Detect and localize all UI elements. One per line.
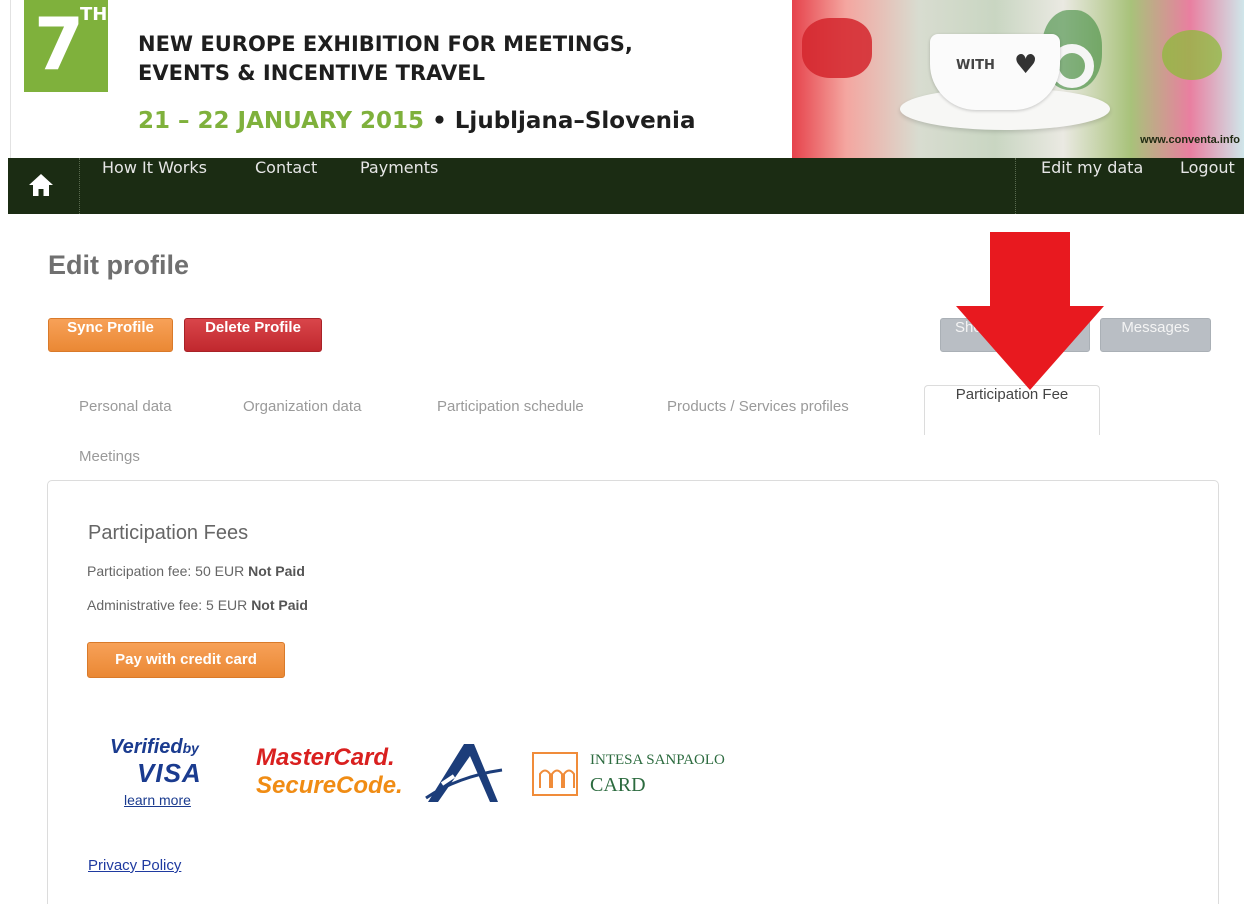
cup — [930, 34, 1060, 110]
edition-suffix: TH — [80, 4, 108, 25]
privacy-policy-link[interactable]: Privacy Policy — [88, 857, 181, 874]
messages-button[interactable]: Messages — [1100, 318, 1211, 352]
visa-by-text: by — [182, 740, 199, 756]
tab-participation-fee[interactable]: Participation Fee — [924, 385, 1100, 435]
fees-title: Participation Fees — [88, 522, 249, 544]
event-location: Ljubljana–Slovenia — [454, 108, 696, 134]
intesa-logo-line-1: INTESA SANPAOLO — [590, 752, 725, 768]
page-title: Edit profile — [48, 250, 189, 280]
conventa-url: www.conventa.info — [1140, 134, 1240, 146]
edition-number: 7 — [34, 2, 85, 86]
cup-text: WITH — [956, 58, 995, 73]
event-headline: NEW EUROPE EXHIBITION FOR MEETINGS, EVEN… — [138, 30, 698, 88]
tab-meetings[interactable]: Meetings — [79, 448, 140, 465]
participation-fee-label: Participation fee: 50 EUR — [87, 563, 245, 579]
nav-divider — [1015, 158, 1016, 214]
photo-blob — [1162, 30, 1222, 80]
delete-profile-button[interactable]: Delete Profile — [184, 318, 322, 352]
pay-with-credit-card-button[interactable]: Pay with credit card — [87, 642, 285, 678]
event-date-range: 21 – 22 JANUARY 2015 — [138, 108, 425, 134]
main-nav: How It Works Contact Payments Edit my da… — [8, 158, 1244, 214]
edition-badge: 7 TH — [24, 0, 108, 92]
home-icon — [29, 174, 53, 196]
heart-icon: ♥ — [1014, 50, 1038, 80]
nav-payments[interactable]: Payments — [360, 158, 438, 214]
participation-fee-status: Not Paid — [248, 563, 305, 579]
intesa-logo-line-2: CARD — [590, 774, 646, 796]
photo-blob — [802, 18, 872, 78]
participation-fee-line: Participation fee: 50 EUR Not Paid — [87, 563, 305, 579]
tab-organization-data[interactable]: Organization data — [243, 398, 361, 415]
nav-edit-my-data[interactable]: Edit my data — [1041, 158, 1143, 214]
event-banner: 7 TH NEW EUROPE EXHIBITION FOR MEETINGS,… — [0, 0, 1244, 158]
verified-by-visa-logo: Verifiedby — [110, 736, 199, 759]
administrative-fee-label: Administrative fee: 5 EUR — [87, 597, 248, 613]
activa-logo-icon — [425, 744, 503, 802]
date-bullet: • — [432, 108, 447, 134]
home-button[interactable] — [8, 158, 80, 214]
tab-personal-data[interactable]: Personal data — [79, 398, 172, 415]
tab-participation-schedule[interactable]: Participation schedule — [437, 398, 584, 415]
red-arrow-annotation-icon — [956, 232, 1104, 390]
sync-profile-button[interactable]: Sync Profile — [48, 318, 173, 352]
administrative-fee-status: Not Paid — [251, 597, 308, 613]
visa-learn-more-link[interactable]: learn more — [124, 792, 191, 808]
nav-how-it-works[interactable]: How It Works — [102, 158, 207, 214]
nav-contact[interactable]: Contact — [255, 158, 317, 214]
mastercard-logo-line-2: SecureCode. — [256, 772, 403, 799]
headline-line-1: NEW EUROPE EXHIBITION FOR MEETINGS, — [138, 32, 633, 56]
banner-cup-photo: WITH ♥ www.conventa.info — [792, 0, 1244, 158]
nav-logout[interactable]: Logout — [1180, 158, 1235, 214]
administrative-fee-line: Administrative fee: 5 EUR Not Paid — [87, 597, 308, 613]
tab-products-services-profiles[interactable]: Products / Services profiles — [667, 398, 849, 415]
visa-verified-text: Verified — [110, 736, 183, 758]
intesa-sanpaolo-icon — [532, 752, 578, 796]
headline-line-2: EVENTS & INCENTIVE TRAVEL — [138, 61, 485, 85]
visa-wordmark: VISA — [137, 758, 202, 788]
event-dates: 21 – 22 JANUARY 2015 • Ljubljana–Sloveni… — [138, 108, 695, 134]
mastercard-logo-line-1: MasterCard. — [256, 744, 395, 771]
